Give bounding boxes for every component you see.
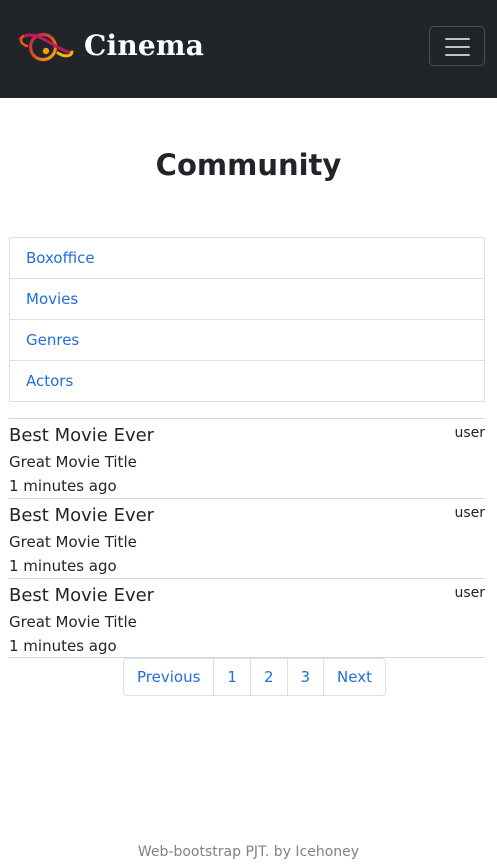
pagination-page-2[interactable]: 2 (249, 659, 287, 695)
post-movie-title: Great Movie Title (9, 613, 137, 631)
pagination-page-3[interactable]: 3 (286, 659, 324, 695)
hamburger-icon (445, 38, 470, 40)
post-item[interactable]: Best Movie Ever user Great Movie Title 1… (9, 418, 485, 498)
pagination: Previous 1 2 3 Next (123, 658, 386, 696)
menu-toggle-button[interactable] (429, 26, 485, 66)
hamburger-icon-line (445, 54, 470, 56)
post-timestamp: 1 minutes ago (9, 477, 117, 495)
hamburger-icon-line (445, 46, 470, 48)
post-item[interactable]: Best Movie Ever user Great Movie Title 1… (9, 578, 485, 658)
post-list: Best Movie Ever user Great Movie Title 1… (9, 418, 485, 658)
post-movie-title: Great Movie Title (9, 533, 137, 551)
post-timestamp: 1 minutes ago (9, 637, 117, 655)
navbar: Cinema (0, 0, 497, 98)
pagination-next-button[interactable]: Next (323, 659, 385, 695)
post-item[interactable]: Best Movie Ever user Great Movie Title 1… (9, 498, 485, 578)
planet-icon (18, 32, 74, 62)
category-item-boxoffice[interactable]: Boxoffice (10, 238, 484, 278)
post-author: user (454, 505, 485, 521)
post-title[interactable]: Best Movie Ever (9, 504, 154, 528)
category-item-genres[interactable]: Genres (10, 319, 484, 360)
pagination-page-1[interactable]: 1 (213, 659, 250, 695)
pagination-previous-button[interactable]: Previous (124, 659, 213, 695)
footer-text: Web-bootstrap PJT. by Icehoney (137, 844, 360, 860)
brand[interactable]: Cinema (17, 26, 204, 66)
brand-name: Cinema (84, 29, 205, 62)
page-title: Community (155, 148, 342, 182)
post-title[interactable]: Best Movie Ever (9, 424, 154, 448)
post-timestamp: 1 minutes ago (9, 557, 117, 575)
post-author: user (454, 585, 485, 601)
category-item-movies[interactable]: Movies (10, 278, 484, 319)
post-author: user (454, 425, 485, 441)
category-list: Boxoffice Movies Genres Actors (9, 237, 485, 402)
category-item-actors[interactable]: Actors (10, 360, 484, 401)
post-title[interactable]: Best Movie Ever (9, 584, 154, 608)
post-movie-title: Great Movie Title (9, 453, 137, 471)
